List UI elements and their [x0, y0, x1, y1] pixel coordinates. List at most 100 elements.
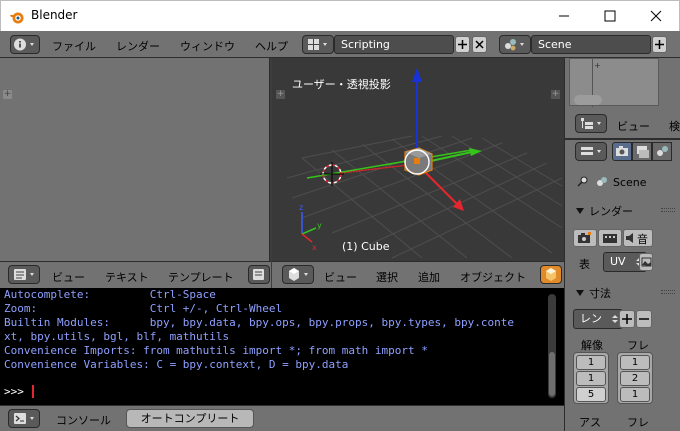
text-menu-templates[interactable]: テンプレート — [168, 269, 234, 285]
console-cursor — [32, 385, 34, 398]
render-display-value: UV — [610, 255, 626, 268]
plus-icon — [458, 40, 467, 49]
text-editor-type-button[interactable] — [8, 265, 40, 284]
3d-cursor-icon — [320, 162, 344, 186]
plus-icon — [655, 40, 664, 49]
console-header: コンソール オートコンプリート — [0, 405, 564, 431]
info-editor-button[interactable] — [10, 35, 40, 54]
render-display-label: 表 — [579, 258, 590, 271]
outliner-menu-search[interactable]: 検 — [669, 118, 680, 134]
frame-step-field[interactable]: 1 — [620, 387, 650, 402]
render-audio-button[interactable]: 音 — [623, 229, 653, 247]
console-type-button[interactable] — [8, 409, 40, 428]
screen-layout-button[interactable] — [302, 35, 334, 54]
lock-interface-button[interactable] — [639, 253, 653, 271]
svg-text:y: y — [317, 221, 322, 230]
render-layers-icon — [637, 146, 649, 158]
scene-field[interactable]: Scene — [531, 35, 651, 54]
frame-start-field[interactable]: 1 — [620, 355, 650, 370]
render-tab[interactable] — [612, 142, 632, 161]
add-scene-button[interactable] — [652, 36, 667, 53]
render-panel-expand-icon[interactable] — [575, 206, 585, 216]
add-preset-button[interactable] — [619, 310, 635, 328]
render-animation-button[interactable] — [598, 229, 622, 247]
console-line: Convenience Imports: from mathutils impo… — [4, 344, 428, 357]
menu-help[interactable]: ヘルプ — [255, 38, 288, 54]
scene-tab[interactable] — [652, 142, 672, 161]
properties-type-button[interactable] — [575, 142, 607, 161]
axis-gizmo-icon: z y x — [299, 203, 322, 252]
resolution-percent-field[interactable]: 5 — [576, 387, 606, 402]
close-icon — [650, 10, 662, 22]
close-button[interactable] — [633, 1, 679, 31]
view3d-menu-object[interactable]: オブジェクト — [460, 269, 526, 285]
camera-icon — [616, 146, 628, 156]
object-mode-button[interactable] — [540, 265, 562, 284]
text-menu-text[interactable]: テキスト — [105, 269, 149, 285]
add-screen-button[interactable] — [455, 36, 470, 53]
text-editor-header: ビュー テキスト テンプレート — [0, 261, 271, 288]
outliner-view[interactable]: + — [569, 58, 659, 107]
outliner-menu-view[interactable]: ビュー — [617, 118, 650, 134]
render-preset-value: レン — [580, 312, 602, 325]
text-datablock-button[interactable] — [248, 265, 270, 284]
viewport-region-toggle-icon[interactable]: + — [551, 90, 560, 99]
text-menu-view[interactable]: ビュー — [52, 269, 85, 285]
scene-selector-button[interactable] — [499, 35, 531, 54]
scene-breadcrumb: Scene — [613, 176, 647, 189]
console-line: Zoom: Ctrl +/-, Ctrl-Wheel — [4, 302, 283, 315]
svg-text:z: z — [299, 203, 303, 212]
dimensions-panel-expand-icon[interactable] — [575, 288, 585, 298]
remove-preset-button[interactable] — [636, 310, 652, 328]
console-prompt[interactable]: >>> — [4, 385, 31, 399]
speaker-icon — [626, 233, 633, 243]
cube-object[interactable] — [404, 147, 433, 176]
frame-end-field[interactable]: 2 — [620, 371, 650, 386]
view3d-menu-select[interactable]: 選択 — [376, 269, 398, 285]
3d-viewport[interactable]: z y x ユーザー・透視投影 (1) Cube + + — [272, 58, 564, 261]
region-toggle-icon[interactable]: + — [3, 90, 12, 99]
console-scrollbar-thumb[interactable] — [549, 352, 555, 396]
view3d-menu-add[interactable]: 追加 — [418, 269, 440, 285]
python-console[interactable]: Autocomplete: Ctrl-Space Zoom: Ctrl +/-,… — [0, 288, 564, 405]
aspect-label: アス — [579, 416, 601, 429]
render-still-icon — [578, 232, 591, 243]
menu-window[interactable]: ウィンドウ — [180, 38, 235, 54]
render-layers-tab[interactable] — [632, 142, 652, 161]
render-preset-dropdown[interactable]: レン — [573, 309, 623, 329]
console-scrollbar[interactable] — [548, 294, 556, 398]
text-editor-area[interactable]: + — [0, 58, 270, 261]
console-menu[interactable]: コンソール — [56, 412, 111, 428]
render-panel-title[interactable]: レンダー — [589, 203, 633, 219]
text-editor-icon — [14, 269, 34, 280]
autocomplete-button[interactable]: オートコンプリート — [126, 409, 254, 428]
screen-layout-field[interactable]: Scripting — [334, 35, 454, 54]
render-image-button[interactable] — [573, 229, 597, 247]
tool-shelf-toggle-icon[interactable]: + — [276, 90, 285, 99]
panel-drag-handle[interactable] — [661, 208, 675, 212]
3d-view-type-button[interactable] — [282, 265, 314, 284]
scene-props-icon — [657, 146, 668, 156]
menu-render[interactable]: レンダー — [116, 38, 160, 54]
menu-file[interactable]: ファイル — [52, 38, 96, 54]
console-icon — [14, 413, 34, 424]
outliner-type-button[interactable] — [575, 114, 607, 133]
outliner-icon — [581, 118, 601, 129]
maximize-button[interactable] — [587, 1, 633, 31]
remove-screen-button[interactable] — [472, 36, 487, 53]
properties-column: + ビュー 検 Scene レンダー 音 表 UV 寸法 レン 解像 フレ 1 … — [564, 58, 680, 431]
frame-range-box: 1 2 1 — [617, 352, 653, 404]
panel-drag-handle[interactable] — [661, 290, 675, 294]
view3d-menu-view[interactable]: ビュー — [324, 269, 357, 285]
outliner-scrollbar[interactable] — [574, 95, 602, 105]
resolution-y-field[interactable]: 1 — [576, 371, 606, 386]
updown-icon — [612, 315, 618, 323]
blender-logo-icon — [10, 12, 24, 24]
pin-icon[interactable] — [575, 175, 589, 189]
main-header: ファイル レンダー ウィンドウ ヘルプ Scripting Scene — [0, 31, 680, 58]
minus-icon — [639, 318, 649, 320]
active-object-label: (1) Cube — [342, 240, 390, 253]
resolution-x-field[interactable]: 1 — [576, 355, 606, 370]
dimensions-panel-title[interactable]: 寸法 — [589, 285, 611, 301]
minimize-button[interactable] — [541, 1, 587, 31]
